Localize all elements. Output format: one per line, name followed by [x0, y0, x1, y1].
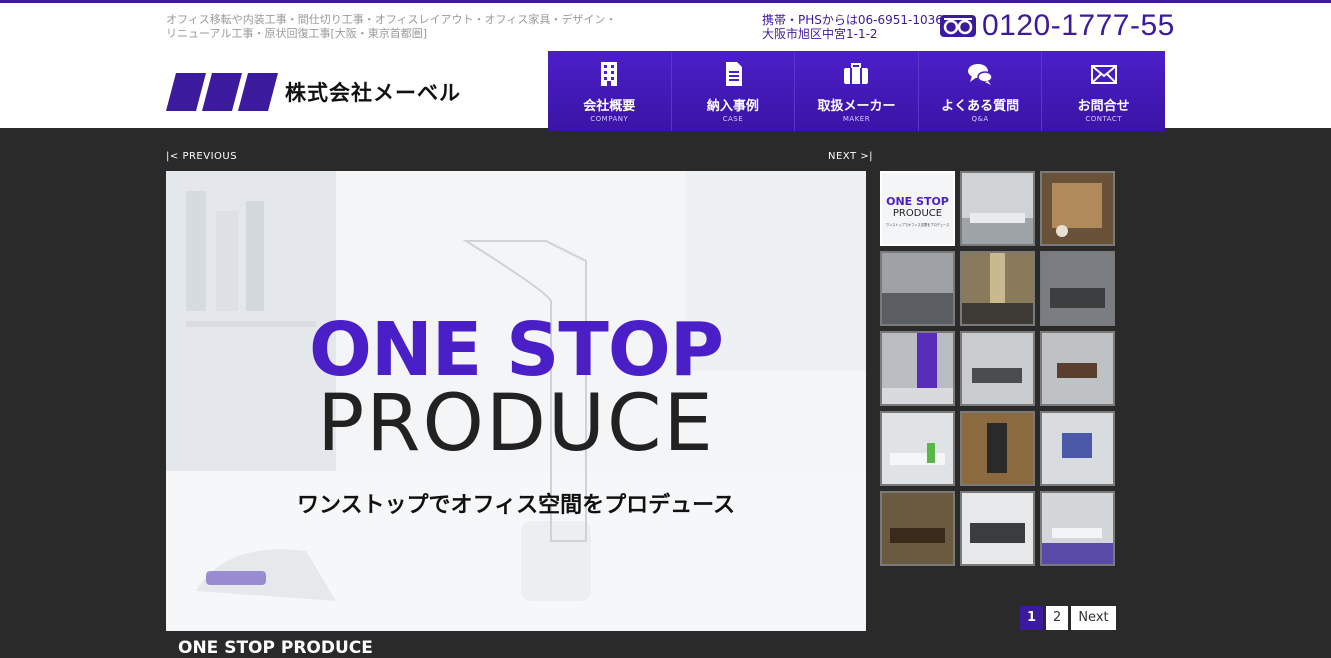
- thumbnail-15-image: [1042, 493, 1113, 564]
- nav-maker[interactable]: 取扱メーカー MAKER: [795, 51, 919, 131]
- nav-company[interactable]: 会社概要 COMPANY: [548, 51, 672, 131]
- chat-icon: [968, 64, 993, 85]
- thumbnail-1-small: ワンストップでオフィス空間をプロデュース: [886, 222, 949, 227]
- site-header: オフィス移転や内装工事・間仕切り工事・オフィスレイアウト・オフィス家具・デザイン…: [0, 3, 1331, 131]
- thumbnail-4[interactable]: [880, 251, 955, 326]
- thumbnail-12-image: [1042, 413, 1113, 484]
- address: 大阪市旭区中宮1-1-2: [762, 27, 878, 41]
- nav-maker-sub: MAKER: [842, 115, 871, 123]
- thumbnail-9[interactable]: [1040, 331, 1115, 406]
- thumbnail-4-image: [882, 253, 953, 324]
- hero-title-line2: PRODUCE: [317, 379, 715, 469]
- slider-prev-label: PREVIOUS: [182, 151, 238, 162]
- freedial[interactable]: 0120-1777-55: [940, 9, 1175, 43]
- thumbnail-15[interactable]: [1040, 491, 1115, 566]
- thumbnail-14-image: [962, 493, 1033, 564]
- contact-info: 携帯・PHSからは06-6951-1036 大阪市旭区中宮1-1-2: [762, 13, 943, 41]
- nav-case-sub: CASE: [722, 115, 744, 123]
- prev-arrow-icon: |<: [166, 151, 183, 162]
- thumbnail-5[interactable]: [960, 251, 1035, 326]
- main-nav: 会社概要 COMPANY 納入事例 CASE 取扱メーカー MAKER よくある…: [548, 51, 1165, 131]
- slide-caption: ONE STOP PRODUCE: [178, 638, 373, 658]
- freedial-number: 0120-1777-55: [982, 9, 1175, 42]
- thumbnail-3-image: [1042, 173, 1113, 244]
- thumbnail-14[interactable]: [960, 491, 1035, 566]
- nav-case-label: 納入事例: [706, 99, 759, 114]
- page-1-button[interactable]: 1: [1020, 606, 1044, 630]
- thumbnail-9-image: [1042, 333, 1113, 404]
- pagination: 1 2 Next: [1020, 606, 1116, 630]
- nav-company-label: 会社概要: [583, 99, 636, 114]
- logo-mark-icon: [166, 73, 278, 111]
- building-icon: [601, 62, 618, 86]
- thumbnail-2-image: [962, 173, 1033, 244]
- nav-faq-sub: Q&A: [971, 115, 989, 123]
- slider-prev-button[interactable]: |< PREVIOUS: [166, 151, 237, 162]
- hero-slide[interactable]: ONE STOP PRODUCE ワンストップでオフィス空間をプロデュース: [166, 171, 866, 631]
- thumbnail-6-image: [1042, 253, 1113, 324]
- thumbnail-13[interactable]: [880, 491, 955, 566]
- thumbnail-5-image: [962, 253, 1033, 324]
- nav-contact[interactable]: お問合せ CONTACT: [1042, 51, 1165, 131]
- thumbnail-1-title2: PRODUCE: [893, 208, 942, 219]
- tagline-line2: リニューアル工事・原状回復工事[大阪・東京首都圏]: [166, 27, 428, 40]
- thumbnail-10[interactable]: [880, 411, 955, 486]
- document-icon: [725, 62, 742, 86]
- thumbnail-1-image: ONE STOP PRODUCE ワンストップでオフィス空間をプロデュース: [882, 173, 953, 244]
- slider-next-button[interactable]: NEXT >|: [828, 151, 873, 162]
- nav-faq[interactable]: よくある質問 Q&A: [919, 51, 1043, 131]
- nav-company-sub: COMPANY: [590, 115, 629, 123]
- thumbnail-6[interactable]: [1040, 251, 1115, 326]
- hero-subtitle: ワンストップでオフィス空間をプロデュース: [296, 493, 736, 518]
- next-arrow-icon: >|: [856, 151, 874, 162]
- thumbnail-1-title: ONE STOP: [886, 195, 949, 208]
- thumbnail-12[interactable]: [1040, 411, 1115, 486]
- mobile-phone: 携帯・PHSからは06-6951-1036: [762, 13, 943, 27]
- thumbnail-11[interactable]: [960, 411, 1035, 486]
- thumbnail-2[interactable]: [960, 171, 1035, 246]
- briefcase-icon: [844, 63, 869, 84]
- thumbnail-7[interactable]: [880, 331, 955, 406]
- company-name: 株式会社メーベル: [285, 81, 461, 105]
- slider-next-label: NEXT: [828, 151, 857, 162]
- thumbnail-3[interactable]: [1040, 171, 1115, 246]
- company-logo[interactable]: 株式会社メーベル: [166, 71, 476, 113]
- thumbnail-1[interactable]: ONE STOP PRODUCE ワンストップでオフィス空間をプロデュース: [880, 171, 955, 246]
- thumbnail-10-image: [882, 413, 953, 484]
- nav-contact-sub: CONTACT: [1085, 115, 1123, 123]
- page-2-button[interactable]: 2: [1046, 606, 1069, 630]
- mail-icon: [1090, 65, 1117, 84]
- thumbnail-8[interactable]: [960, 331, 1035, 406]
- pagination-next-button[interactable]: Next: [1071, 606, 1116, 630]
- thumbnail-11-image: [962, 413, 1033, 484]
- freedial-icon: [940, 15, 976, 37]
- nav-faq-label: よくある質問: [941, 99, 1020, 114]
- thumbnail-8-image: [962, 333, 1033, 404]
- nav-maker-label: 取扱メーカー: [817, 99, 896, 114]
- tagline-line1: オフィス移転や内装工事・間仕切り工事・オフィスレイアウト・オフィス家具・デザイン…: [166, 13, 617, 26]
- nav-case[interactable]: 納入事例 CASE: [672, 51, 796, 131]
- tagline: オフィス移転や内装工事・間仕切り工事・オフィスレイアウト・オフィス家具・デザイン…: [166, 13, 636, 41]
- thumbnail-7-image: [882, 333, 953, 404]
- thumbnail-13-image: [882, 493, 953, 564]
- nav-contact-label: お問合せ: [1077, 99, 1130, 114]
